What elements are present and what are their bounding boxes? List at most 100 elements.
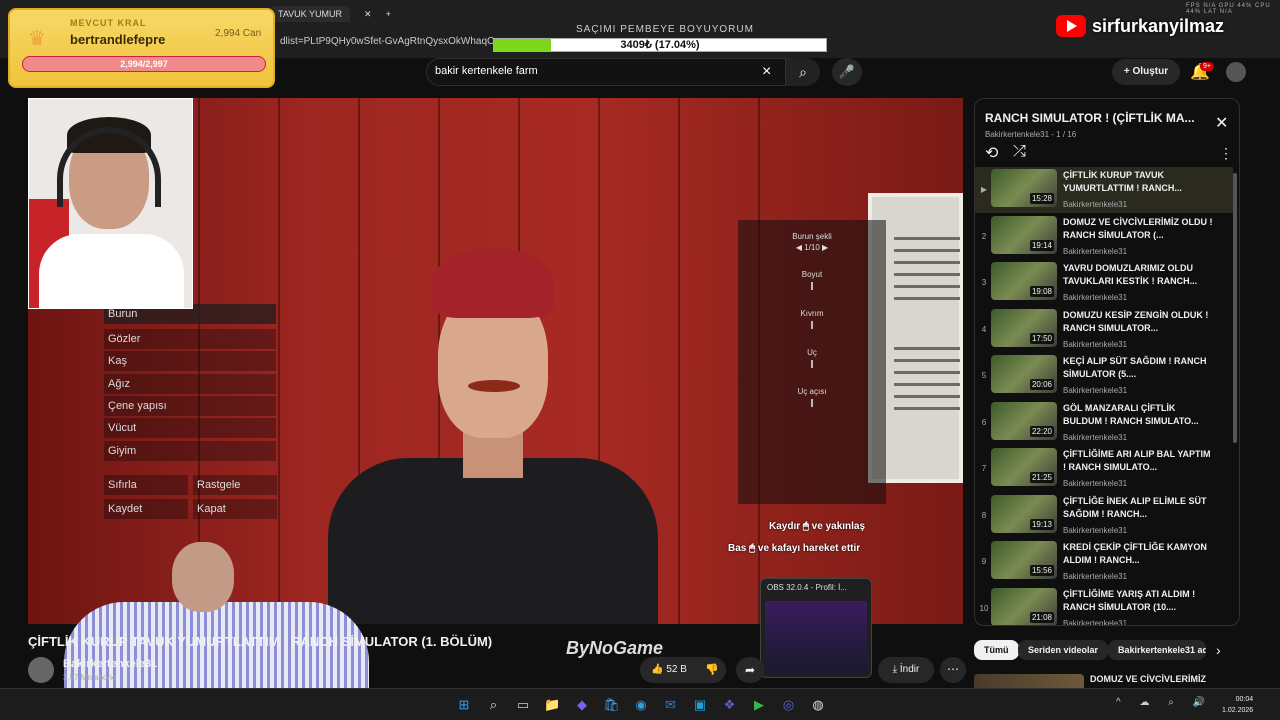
discord-icon[interactable]: ◎ [779,695,799,715]
search-button[interactable]: ⌕ [786,58,820,86]
scroll-hint: Kaydır 🖱 ve yakınlaş [769,521,866,532]
playlist-index: 6 [981,417,987,427]
playlist-item-title: DOMUZ VE CİVCİVLERİMİZ OLDU ! RANCH SİMU… [1063,216,1213,240]
recommended-title: DOMUZ VE CİVCİVLERİMİZ [1090,674,1207,684]
playlist-item[interactable]: 7 21:25 ÇİFTLİĞİME ARI ALIP BAL YAPTIM ! R… [975,446,1233,492]
playlist-item-channel: Bakirkertenkele31 [1063,525,1128,535]
menu-item-brows[interactable]: Kaş [104,351,276,371]
obs-icon[interactable]: ◍ [808,695,828,715]
chip-all[interactable]: Tümü [974,640,1019,660]
obs-preview-thumbnail [765,601,867,673]
notification-count-badge: 9+ [1200,62,1214,71]
channel-name[interactable]: Bakirkertenkele31 [63,658,157,670]
playlist-item[interactable]: 8 19:13 ÇİFTLİĞE İNEK ALIP ELİMLE SÜT SAĞD… [975,493,1233,539]
goal-progress-text: 3409₺ (17.04%) [620,39,700,51]
loop-icon[interactable]: ⟲ [985,143,998,163]
download-button[interactable]: ⤓ İndir [878,657,934,683]
playlist-menu-icon[interactable]: ⋮ [1219,145,1233,162]
tip-angle-slider[interactable] [811,399,813,407]
playlist-item[interactable]: 6 22:20 GÖL MANZARALI ÇİFTLİK BULDUM ! RAN… [975,400,1233,446]
menu-item-mouth[interactable]: Ağız [104,374,276,394]
playlist-item-channel: Bakirkertenkele31 [1063,200,1128,209]
chevron-right-icon[interactable]: › [1216,642,1221,658]
more-actions-button[interactable]: ⋯ [940,657,966,683]
taskbar-clock[interactable]: 00:04 1.02.2026 [1222,694,1253,716]
playlist-thumbnail: 17:50 [991,308,1057,347]
tab-close-icon[interactable]: ✕ [364,9,372,20]
playlist-item[interactable]: ▶ 15:28 ÇİFTLİK KURUP TAVUK YUMURTLATTIM !… [975,167,1233,213]
crown-icon: ♛ [28,28,46,50]
king-amount: 2,994 Can [215,28,262,39]
menu-item-eyes[interactable]: Gözler [104,329,276,349]
create-button[interactable]: + Oluştur [1112,59,1180,85]
clock-date: 1.02.2026 [1222,707,1254,714]
channel-avatar[interactable] [28,657,54,683]
wall-plank-line [678,98,680,624]
playlist-item[interactable]: 9 15:56 KREDİ ÇEKİP ÇİFTLİĞE KAMYON ALDIM … [975,539,1233,585]
menu-item-clothing[interactable]: Giyim [104,441,276,461]
playlist-item[interactable]: 4 17:50 DOMUZU KESİP ZENGİN OLDUK ! RANCH … [975,307,1233,353]
browser-tab[interactable]: TAVUK YUMUR [270,6,351,22]
file-explorer-icon[interactable]: 📁 [543,695,563,715]
search-icon: ⌕ [799,64,807,80]
random-button[interactable]: Rastgele [193,475,277,495]
nose-shape-stepper[interactable]: ◀ 1/10 ▶ [738,243,886,252]
game-character [328,248,658,624]
dislike-button[interactable]: 👎 [698,657,726,683]
curve-slider[interactable] [811,321,813,329]
teams-icon[interactable]: ❖ [720,695,740,715]
playlist-index: ▶ [980,185,988,194]
playlist-item[interactable]: 5 20:06 KEÇİ ALIP SÜT SAĞDIM ! RANCH SİMUL… [975,353,1233,399]
streamer-webcam [28,98,193,309]
playlist-index: 9 [981,557,987,566]
duration-badge: 22:20 [1029,425,1054,437]
store-icon[interactable]: 🛍 [602,695,622,715]
recommended-video[interactable]: DOMUZ VE CİVCİVLERİMİZ [974,674,1240,688]
duration-badge: 15:28 [1029,193,1054,204]
like-button[interactable]: 👍 52 B [640,657,698,683]
save-button[interactable]: Kaydet [104,499,188,519]
menu-item-body[interactable]: Vücut [104,418,276,438]
shuffle-icon[interactable]: ⤮ [1013,143,1026,161]
obs-taskbar-preview[interactable]: OBS 32.0.4 - Profil: İ... [760,578,872,678]
height-label: Boyut [801,270,823,279]
menu-item-jaw[interactable]: Çene yapısı [104,396,276,416]
thumbs-up-icon: 👍 [651,664,664,675]
playlist-title[interactable]: RANCH SIMULATOR ! (ÇİFTLİK MA... [985,111,1205,125]
address-bar-url[interactable]: dlist=PLtP9QHy0wSfet-GvAgRtnQysxOkWhaqCs [280,36,499,47]
goal-title: SAÇIMI PEMBEYE BOYUYORUM [576,24,754,35]
playlist-index: 2 [981,231,987,241]
reset-button[interactable]: Sıfırla [104,475,188,495]
search-input[interactable] [435,65,755,77]
outlook-icon[interactable]: ✉ [661,695,681,715]
new-tab-icon[interactable]: + [386,9,391,19]
playlist-item[interactable]: 3 19:08 YAVRU DOMUZLARIMIZ OLDU TAVUKLARI … [975,260,1233,306]
playlist-scrollbar[interactable] [1233,173,1237,443]
close-button[interactable]: Kapat [193,499,277,519]
playlist-index: 10 [979,603,989,613]
playlist-item-title: ÇİFTLİĞİME YARIŞ ATI ALDIM ! RANCH SİMUL… [1063,588,1196,612]
edge-icon[interactable]: ◉ [631,695,651,715]
voice-search-button[interactable]: 🎤 [832,58,862,86]
chip-channel[interactable]: Bakirkertenkele31 ad [1108,640,1206,660]
clear-search-icon[interactable]: × [762,63,771,81]
terminal-icon[interactable]: ▣ [690,695,710,715]
search-icon[interactable]: ⌕ [484,695,504,715]
close-icon[interactable]: ✕ [1215,113,1228,133]
share-button[interactable]: ➦ [736,657,764,683]
playlist-index: 7 [981,464,987,473]
system-tray[interactable]: ^ ☁ ⌕ 🔊 [1116,697,1213,708]
playlist-item[interactable]: 10 21:08 ÇİFTLİĞİME YARIŞ ATI ALDIM ! RANC… [975,586,1233,625]
start-icon[interactable]: ⊞ [454,695,474,715]
tip-slider[interactable] [811,360,813,368]
height-slider[interactable] [811,282,813,290]
task-view-icon[interactable]: ▭ [513,695,533,715]
playlist-meta: Bakirkertenkele31 - 1 / 16 [985,130,1077,139]
app-icon[interactable]: ◆ [572,695,592,715]
account-avatar[interactable] [1226,62,1246,82]
playlist-item-channel: Bakirkertenkele31 [1063,386,1128,395]
playlist-item[interactable]: 2 19:14 DOMUZ VE CİVCİVLERİMİZ OLDU ! RANC… [975,214,1233,260]
chip-series[interactable]: Seriden videolar [1018,640,1109,660]
media-icon[interactable]: ▶ [749,695,769,715]
duration-badge: 19:14 [1029,239,1054,251]
